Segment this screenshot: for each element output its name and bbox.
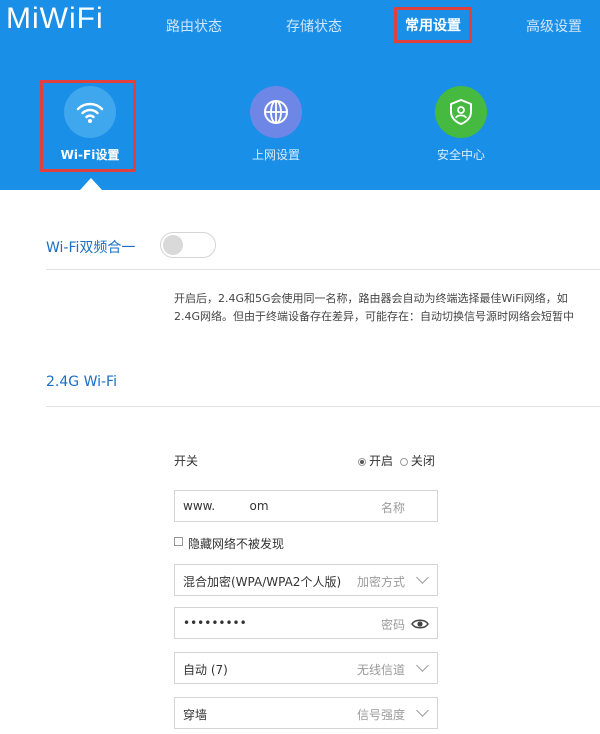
description-line-2: 2.4G网络。但由于终端设备存在差异，可能存在：自动切换信号源时网络会短暂中 (174, 310, 575, 323)
radio-off[interactable] (399, 457, 408, 466)
feature-wifi-settings[interactable]: Wi-Fi设置 (40, 86, 140, 163)
eye-icon[interactable] (411, 618, 429, 633)
password-hint: 密码 (380, 618, 405, 632)
shield-icon (435, 86, 487, 138)
encryption-hint: 加密方式 (356, 575, 405, 589)
chevron-down-icon (416, 659, 429, 672)
nav-common-settings-label: 常用设置 (405, 18, 461, 34)
radio-on-label: 开启 (369, 454, 394, 468)
logo: MiWiFi (6, 2, 104, 35)
chevron-down-icon (416, 571, 429, 584)
password-field[interactable]: ••••••••• 密码 (174, 607, 438, 639)
switch-label: 开关 (174, 454, 199, 468)
toggle-knob (163, 235, 183, 255)
signal-strength-value: 穿墙 (183, 708, 208, 722)
channel-hint: 无线信道 (356, 663, 405, 677)
channel-value: 自动 (7) (183, 663, 228, 677)
section-title-24g: 2.4G Wi-Fi (46, 374, 117, 390)
selection-pointer (80, 178, 102, 190)
switch-radio-group: 开启 关闭 (358, 452, 435, 469)
feature-security-center[interactable]: 安全中心 (411, 86, 511, 163)
feature-security-label: 安全中心 (436, 148, 485, 162)
description-line-1: 开启后，2.4G和5G会使用同一名称，路由器会自动为终端选择最佳WiFi网络，如 (174, 292, 568, 305)
dual-band-description: 开启后，2.4G和5G会使用同一名称，路由器会自动为终端选择最佳WiFi网络，如… (174, 290, 600, 326)
hide-network-checkbox[interactable] (174, 537, 183, 546)
wifi-name-value: www. om (183, 499, 269, 513)
nav-advanced-settings[interactable]: 高级设置 (526, 16, 582, 36)
top-header: MiWiFi 路由状态 存储状态 常用设置 高级设置 Wi-Fi设置 上网设置 (0, 0, 600, 190)
divider (46, 269, 600, 270)
signal-strength-hint: 信号强度 (356, 708, 405, 722)
nav-router-status[interactable]: 路由状态 (166, 16, 222, 36)
radio-on[interactable] (358, 457, 366, 466)
password-value: ••••••••• (183, 616, 247, 630)
wifi-icon (64, 86, 116, 138)
wifi-name-hint: 名称 (380, 501, 405, 515)
divider (46, 406, 600, 407)
nav-storage-status[interactable]: 存储状态 (286, 16, 342, 36)
nav-common-settings[interactable]: 常用设置 (394, 7, 472, 43)
dual-band-toggle[interactable] (160, 232, 216, 258)
feature-internet-label: 上网设置 (251, 148, 300, 162)
globe-icon (250, 86, 302, 138)
encryption-select[interactable]: 混合加密(WPA/WPA2个人版) 加密方式 (174, 564, 438, 596)
channel-select[interactable]: 自动 (7) 无线信道 (174, 652, 438, 684)
hide-network-label: 隐藏网络不被发现 (188, 537, 285, 551)
feature-wifi-label: Wi-Fi设置 (60, 148, 120, 162)
wifi-name-field[interactable]: www. om 名称 (174, 490, 438, 522)
radio-off-label: 关闭 (410, 454, 435, 468)
chevron-down-icon (416, 704, 429, 717)
dual-band-label: Wi-Fi双频合一 (46, 240, 136, 256)
feature-internet-settings[interactable]: 上网设置 (226, 86, 326, 163)
encryption-value: 混合加密(WPA/WPA2个人版) (183, 575, 342, 589)
signal-strength-select[interactable]: 穿墙 信号强度 (174, 697, 438, 729)
